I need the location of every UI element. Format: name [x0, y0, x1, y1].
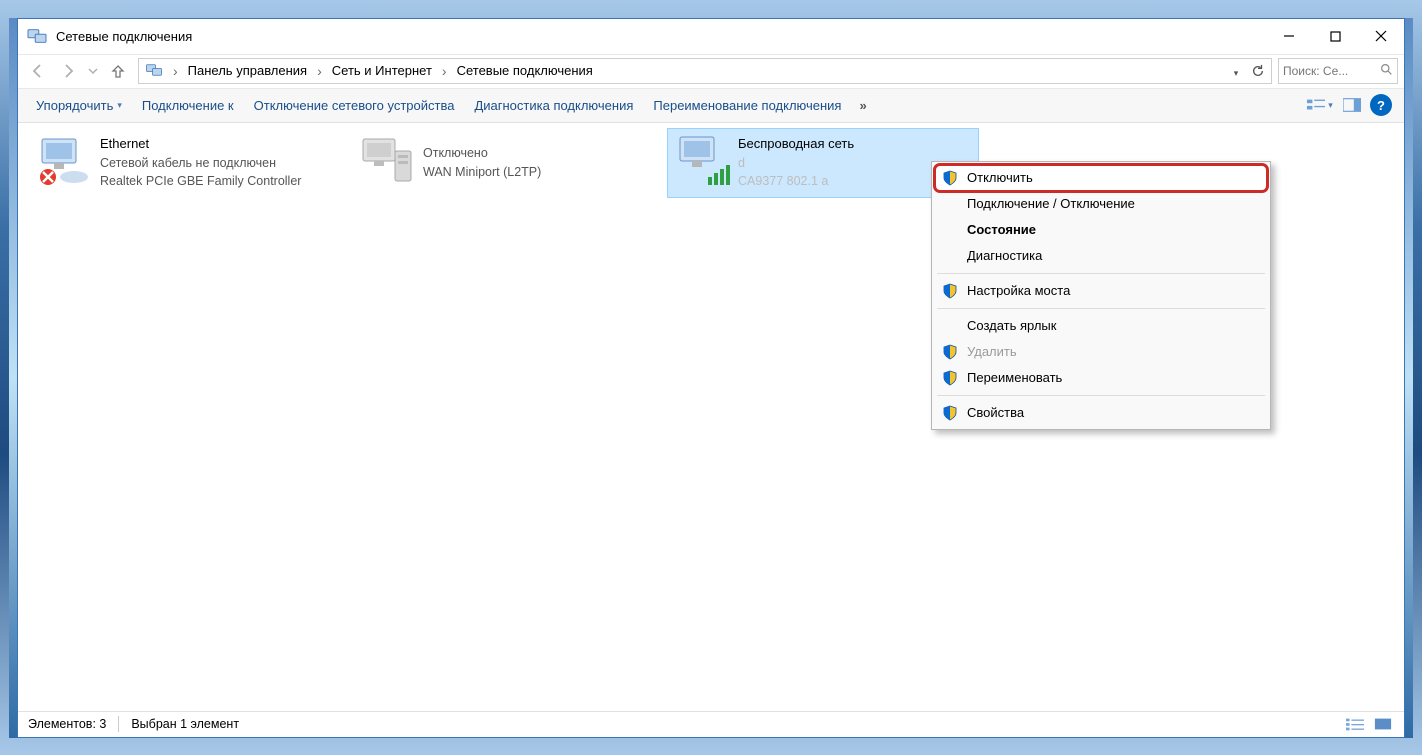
menu-separator: [937, 273, 1265, 274]
ctx-rename[interactable]: Переименовать: [935, 365, 1267, 391]
view-large-icons-button[interactable]: [1372, 715, 1394, 733]
chevron-icon[interactable]: [436, 63, 453, 79]
network-connections-icon: [145, 62, 163, 80]
nav-forward-button[interactable]: [54, 58, 82, 84]
toolbar-organize[interactable]: Упорядочить: [26, 89, 132, 122]
toolbar-rename[interactable]: Переименование подключения: [643, 89, 851, 122]
status-bar: Элементов: 3 Выбран 1 элемент: [18, 711, 1404, 737]
adapter-vpn[interactable]: Отключено WAN Miniport (L2TP): [353, 129, 663, 197]
adapter-icon: [359, 133, 415, 189]
ctx-label: Отключить: [967, 170, 1033, 185]
ctx-label: Состояние: [967, 222, 1036, 237]
adapter-icon: [674, 133, 730, 189]
nav-history-dropdown[interactable]: [84, 58, 102, 84]
search-icon[interactable]: [1380, 63, 1393, 79]
breadcrumb[interactable]: Панель управления Сеть и Интернет Сетевы…: [138, 58, 1272, 84]
adapter-status: Отключено: [423, 144, 541, 163]
desktop-left-strip: [9, 18, 17, 738]
menu-separator: [937, 395, 1265, 396]
shield-icon: [941, 169, 959, 187]
shield-icon: [941, 369, 959, 387]
toolbar-connect-to[interactable]: Подключение к: [132, 89, 244, 122]
ctx-label: Настройка моста: [967, 283, 1070, 298]
shield-icon: [941, 282, 959, 300]
ctx-label: Удалить: [967, 344, 1017, 359]
chevron-icon[interactable]: [167, 63, 184, 79]
ctx-label: Свойства: [967, 405, 1024, 420]
ctx-label: Переименовать: [967, 370, 1062, 385]
breadcrumb-item[interactable]: Сетевые подключения: [453, 59, 597, 83]
status-selection: Выбран 1 элемент: [131, 717, 239, 731]
window-title: Сетевые подключения: [56, 29, 1266, 44]
adapter-device: WAN Miniport (L2TP): [423, 163, 541, 182]
content-area[interactable]: Ethernet Сетевой кабель не подключен Rea…: [18, 123, 1404, 711]
view-options-button[interactable]: [1306, 93, 1334, 117]
ctx-properties[interactable]: Свойства: [935, 400, 1267, 426]
view-details-button[interactable]: [1344, 715, 1366, 733]
breadcrumb-item[interactable]: Сеть и Интернет: [328, 59, 436, 83]
minimize-button[interactable]: [1266, 21, 1312, 51]
search-input[interactable]: [1283, 64, 1363, 78]
address-dropdown-button[interactable]: [1225, 59, 1247, 83]
chevron-down-icon: [117, 100, 122, 111]
close-button[interactable]: [1358, 21, 1404, 51]
ctx-label: Создать ярлык: [967, 318, 1056, 333]
ctx-diagnose[interactable]: Диагностика: [935, 243, 1267, 269]
ctx-status[interactable]: Состояние: [935, 217, 1267, 243]
shield-icon: [941, 343, 959, 361]
breadcrumb-item[interactable]: Панель управления: [184, 59, 311, 83]
adapter-device: CA9377 802.1 a: [738, 172, 854, 191]
adapter-status: Сетевой кабель не подключен: [100, 154, 301, 173]
adapter-status: d: [738, 154, 854, 173]
adapter-device: Realtek PCIe GBE Family Controller: [100, 172, 301, 191]
adapter-ethernet[interactable]: Ethernet Сетевой кабель не подключен Rea…: [30, 129, 340, 197]
chevron-icon[interactable]: [311, 63, 328, 79]
toolbar-overflow[interactable]: »: [851, 98, 874, 113]
network-connections-icon: [26, 27, 48, 45]
status-item-count: Элементов: 3: [28, 717, 106, 731]
ctx-create-shortcut[interactable]: Создать ярлык: [935, 313, 1267, 339]
separator: [118, 716, 119, 732]
preview-pane-button[interactable]: [1338, 93, 1366, 117]
refresh-button[interactable]: [1247, 59, 1269, 83]
ctx-delete: Удалить: [935, 339, 1267, 365]
shield-icon: [941, 404, 959, 422]
ctx-connect-disconnect[interactable]: Подключение / Отключение: [935, 191, 1267, 217]
chevron-down-icon: [1328, 100, 1333, 111]
nav-up-button[interactable]: [104, 58, 132, 84]
menu-separator: [937, 308, 1265, 309]
address-bar: Панель управления Сеть и Интернет Сетевы…: [18, 55, 1404, 89]
adapter-name: Беспроводная сеть: [738, 134, 854, 154]
ctx-disable[interactable]: Отключить: [935, 165, 1267, 191]
ctx-label: Диагностика: [967, 248, 1042, 263]
titlebar: Сетевые подключения: [18, 19, 1404, 55]
search-box[interactable]: [1278, 58, 1398, 84]
adapter-name: Ethernet: [100, 134, 301, 154]
context-menu: Отключить Подключение / Отключение Состо…: [931, 161, 1271, 430]
toolbar-disable-device[interactable]: Отключение сетевого устройства: [244, 89, 465, 122]
desktop-right-strip: [1405, 18, 1413, 738]
nav-back-button[interactable]: [24, 58, 52, 84]
help-button[interactable]: ?: [1370, 94, 1392, 116]
ctx-bridge[interactable]: Настройка моста: [935, 278, 1267, 304]
adapter-icon: [36, 133, 92, 189]
explorer-window: Сетевые подключения: [17, 18, 1405, 738]
ctx-label: Подключение / Отключение: [967, 196, 1135, 211]
maximize-button[interactable]: [1312, 21, 1358, 51]
toolbar-diagnose[interactable]: Диагностика подключения: [464, 89, 643, 122]
command-toolbar: Упорядочить Подключение к Отключение сет…: [18, 89, 1404, 123]
